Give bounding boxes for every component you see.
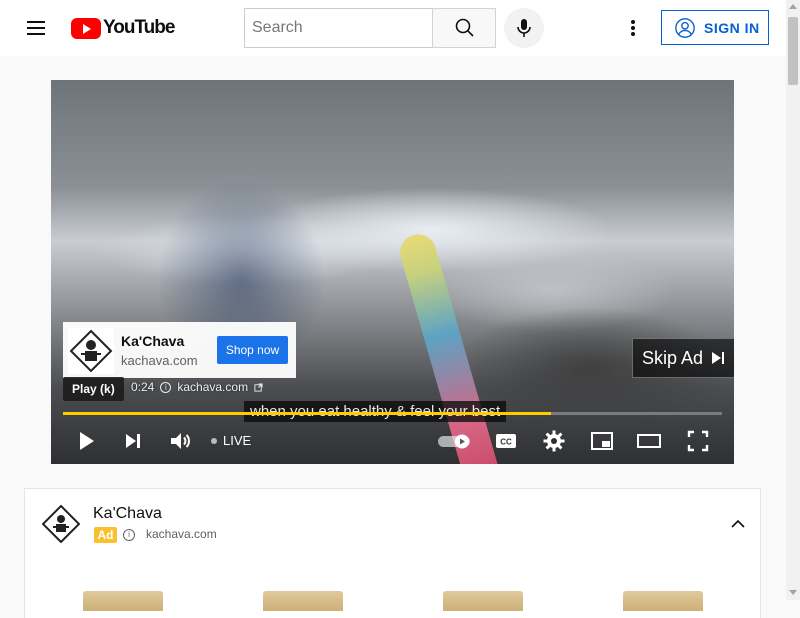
search-icon xyxy=(455,18,474,37)
kachava-logo-icon xyxy=(68,328,114,374)
video-player[interactable]: Ka'Chava kachava.com Shop now Skip Ad Pl… xyxy=(51,80,734,464)
fullscreen-icon[interactable] xyxy=(686,429,710,453)
menu-icon[interactable] xyxy=(20,12,52,44)
skip-ad-label: Skip Ad xyxy=(642,347,704,368)
ad-domain-link[interactable]: kachava.com xyxy=(177,380,248,394)
scroll-down-arrow-icon[interactable] xyxy=(789,590,797,595)
settings-gear-icon[interactable] xyxy=(542,429,566,453)
page-scrollbar[interactable] xyxy=(786,0,800,600)
skip-next-icon xyxy=(712,352,725,364)
theater-mode-icon[interactable] xyxy=(637,429,661,453)
external-link-icon xyxy=(254,382,263,392)
chevron-up-icon[interactable] xyxy=(731,517,745,531)
top-header: YouTube Search SIGN IN xyxy=(0,0,786,56)
scrollbar-thumb[interactable] xyxy=(788,17,798,85)
youtube-logo[interactable]: YouTube xyxy=(71,16,175,40)
more-options-icon[interactable] xyxy=(617,12,649,44)
search-button[interactable] xyxy=(432,8,496,48)
logo-text: YouTube xyxy=(103,17,175,38)
scroll-up-arrow-icon[interactable] xyxy=(789,4,797,9)
account-icon xyxy=(675,17,695,38)
autoplay-toggle-icon[interactable] xyxy=(437,429,473,453)
sign-in-label: SIGN IN xyxy=(704,19,760,36)
play-icon[interactable] xyxy=(74,429,98,453)
microphone-icon xyxy=(517,19,531,37)
product-thumbnail[interactable] xyxy=(83,591,163,611)
subtitles-icon[interactable]: CC xyxy=(494,429,518,453)
next-icon[interactable] xyxy=(121,429,145,453)
ad-time-remaining: 0:24 xyxy=(131,380,155,394)
voice-search-button[interactable] xyxy=(504,8,544,48)
kachava-logo-icon[interactable] xyxy=(42,505,80,543)
play-tooltip: Play (k) xyxy=(63,377,124,401)
svg-text:CC: CC xyxy=(500,438,512,447)
ad-info-bar: 0:24 i kachava.com xyxy=(131,380,263,394)
info-icon[interactable]: i xyxy=(160,381,172,393)
product-thumbnail[interactable] xyxy=(443,591,523,611)
companion-domain[interactable]: kachava.com xyxy=(146,527,217,541)
live-dot-icon xyxy=(211,437,217,444)
volume-icon[interactable] xyxy=(168,429,192,453)
search-input[interactable]: Search xyxy=(244,8,433,48)
progress-bar[interactable] xyxy=(63,412,722,415)
player-controls: LIVE CC xyxy=(51,421,734,461)
progress-bar-fill xyxy=(63,412,551,415)
youtube-play-icon xyxy=(71,17,101,39)
ad-badge: Ad xyxy=(94,527,117,543)
live-label: LIVE xyxy=(223,433,252,448)
miniplayer-icon[interactable] xyxy=(590,429,614,453)
info-icon[interactable]: i xyxy=(123,529,135,541)
ad-overlay-card[interactable]: Ka'Chava kachava.com Shop now xyxy=(63,322,296,378)
skip-ad-button[interactable]: Skip Ad xyxy=(632,338,734,378)
product-thumbnail[interactable] xyxy=(263,591,343,611)
companion-advertiser-name[interactable]: Ka'Chava xyxy=(93,505,162,523)
companion-ad-panel[interactable]: Ka'Chava Ad i kachava.com xyxy=(24,488,761,618)
shop-now-button[interactable]: Shop now xyxy=(217,336,288,364)
ad-advertiser-domain[interactable]: kachava.com xyxy=(121,353,198,368)
product-thumbnail[interactable] xyxy=(623,591,703,611)
live-indicator[interactable]: LIVE xyxy=(211,433,251,448)
sign-in-button[interactable]: SIGN IN xyxy=(661,10,769,45)
ad-advertiser-name[interactable]: Ka'Chava xyxy=(121,333,184,349)
